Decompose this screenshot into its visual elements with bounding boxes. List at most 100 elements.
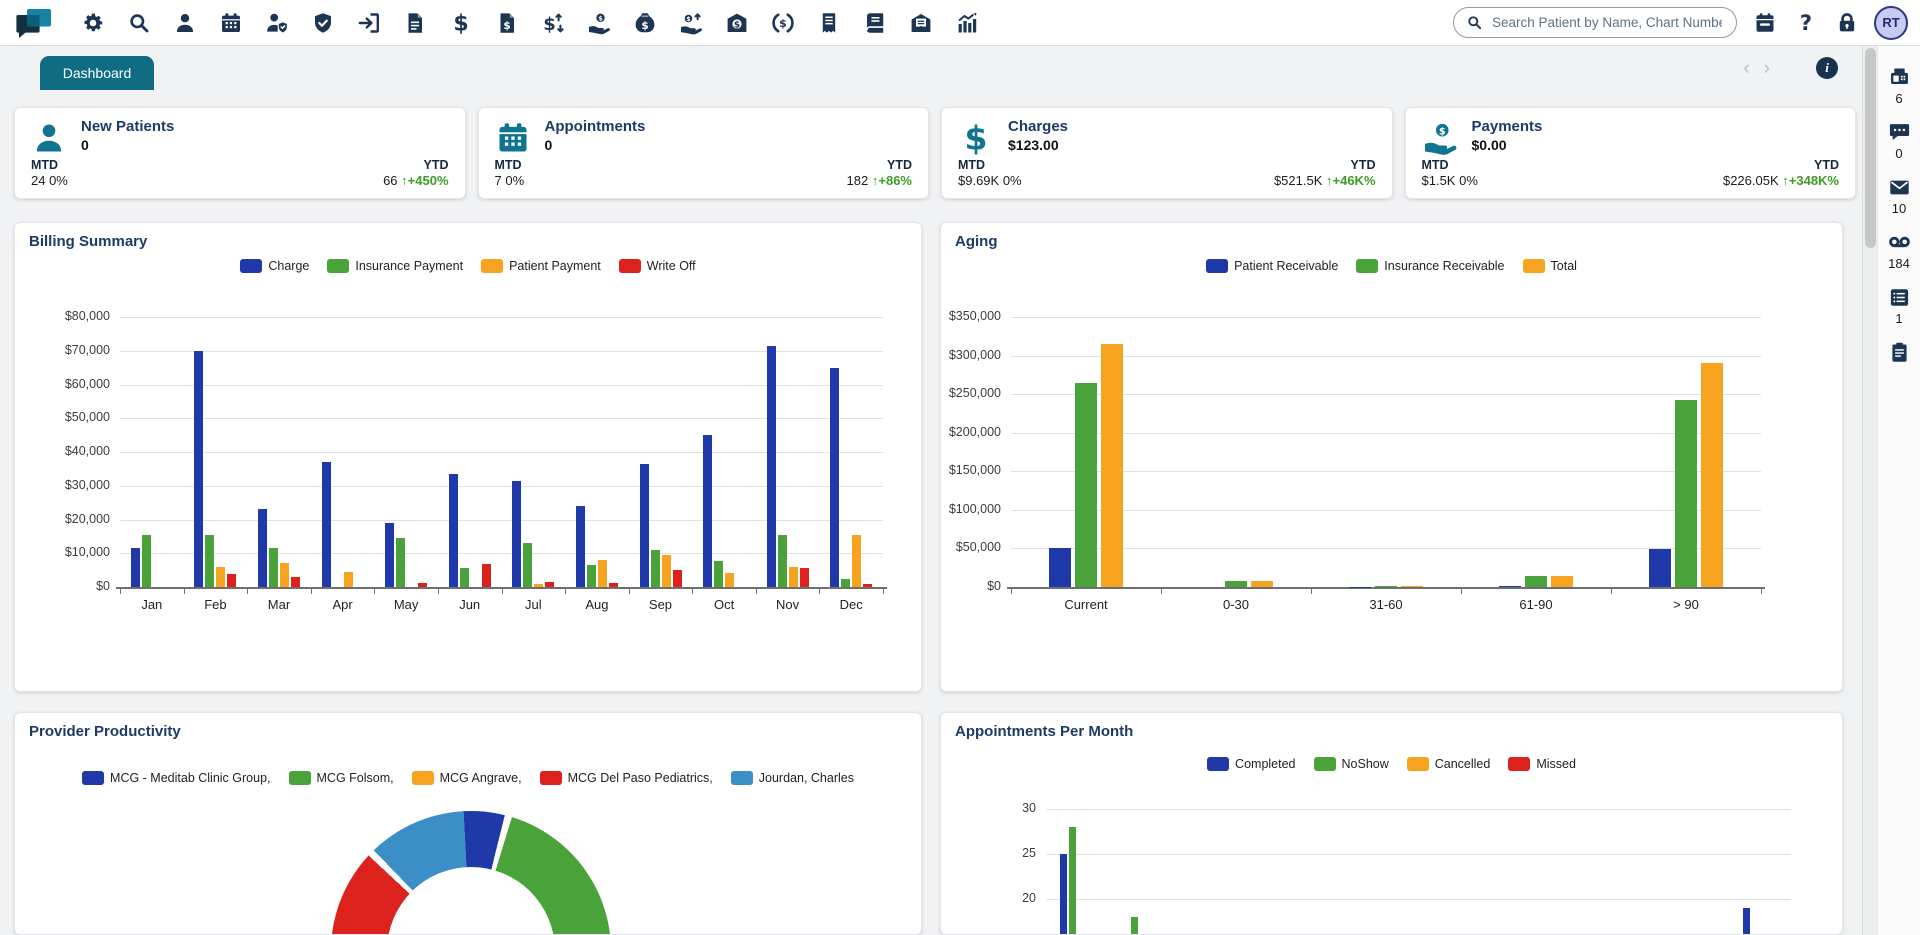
kpi-card-payments: $Payments$0.00MTD$1.5K 0%YTD$226.05K ↑+3… bbox=[1405, 107, 1857, 199]
voicemail-sidebar-item[interactable]: 184 bbox=[1888, 231, 1911, 271]
svg-text:$: $ bbox=[543, 14, 556, 35]
calendar-icon[interactable] bbox=[1753, 11, 1777, 35]
kpi-bottom: MTD24 0%YTD66 ↑+450% bbox=[31, 158, 449, 188]
user-avatar[interactable]: RT bbox=[1874, 6, 1908, 40]
kpi-title: Payments bbox=[1472, 118, 1543, 135]
settings-icon[interactable] bbox=[80, 10, 106, 36]
scrollbar-thumb[interactable] bbox=[1865, 48, 1876, 248]
legend-mcg-del-paso-pediatrics-[interactable]: MCG Del Paso Pediatrics, bbox=[540, 771, 713, 785]
x-axis-tick bbox=[565, 589, 566, 594]
svg-text:$: $ bbox=[965, 120, 988, 156]
app-logo-icon[interactable] bbox=[14, 6, 54, 40]
search-icon bbox=[1466, 14, 1483, 31]
billing-summary-card: Billing Summary ChargeInsurance PaymentP… bbox=[14, 222, 922, 692]
fax-icon bbox=[1888, 66, 1911, 89]
tasks-sidebar-item[interactable]: 1 bbox=[1888, 286, 1911, 326]
payment-receive-icon[interactable]: $ bbox=[586, 10, 612, 36]
vertical-scrollbar[interactable] bbox=[1862, 46, 1877, 935]
kpi-ytd-change: ↑+450% bbox=[401, 173, 448, 188]
billing-summary-bar-insurance-payment-nov bbox=[778, 535, 787, 587]
info-icon[interactable]: i bbox=[1816, 57, 1838, 79]
insurance-icon[interactable] bbox=[310, 10, 336, 36]
legend-jourdan-charles[interactable]: Jourdan, Charles bbox=[731, 771, 854, 785]
search-input[interactable] bbox=[1490, 14, 1724, 31]
kpi-mtd-value: 24 0% bbox=[31, 173, 68, 188]
receipt-icon[interactable] bbox=[816, 10, 842, 36]
tab-scroll-left-icon[interactable]: ‹ bbox=[1743, 59, 1749, 78]
gridline bbox=[1011, 394, 1761, 395]
legend-mcg-angrave-[interactable]: MCG Angrave, bbox=[412, 771, 522, 785]
billing-summary-bar-insurance-payment-aug bbox=[587, 565, 596, 587]
y-axis-tick-label: $0 bbox=[941, 579, 1001, 593]
x-axis-tick bbox=[438, 589, 439, 594]
payment-exchange-icon[interactable]: $ bbox=[540, 10, 566, 36]
x-axis-category-label: > 90 bbox=[1611, 597, 1761, 612]
referral-icon[interactable] bbox=[356, 10, 382, 36]
lock-icon[interactable] bbox=[1835, 11, 1859, 35]
x-axis-tick bbox=[247, 589, 248, 594]
payments-icon: $ bbox=[1422, 120, 1458, 156]
kpi-mtd-label: MTD bbox=[958, 158, 1022, 172]
sidebar-badge-count: 6 bbox=[1895, 91, 1902, 106]
x-axis-tick bbox=[120, 589, 121, 594]
gridline bbox=[1011, 317, 1761, 318]
gridline bbox=[1046, 809, 1791, 810]
patients-icon[interactable] bbox=[172, 10, 198, 36]
kpi-top: Appointments0 bbox=[495, 118, 913, 156]
mail-statement-icon[interactable] bbox=[908, 10, 934, 36]
billing-summary-bar-charge-sep bbox=[640, 464, 649, 587]
billing-summary-bar-charge-nov bbox=[767, 346, 776, 587]
top-toolbar: $ $ $ $ $ $ $ $ ? RT bbox=[0, 0, 1920, 46]
superbill-icon[interactable] bbox=[402, 10, 428, 36]
billing-summary-bar-write-off-aug bbox=[609, 583, 618, 587]
x-axis-tick bbox=[1311, 589, 1312, 594]
kpi-title: New Patients bbox=[81, 118, 174, 135]
financial-aid-icon[interactable]: $ bbox=[770, 10, 796, 36]
aging-bar-total-31-60 bbox=[1401, 586, 1423, 587]
kpi-mtd-value: $1.5K 0% bbox=[1422, 173, 1478, 188]
clipboard-sidebar-item[interactable] bbox=[1888, 341, 1911, 364]
kpi-ytd-label: YTD bbox=[383, 158, 448, 172]
aging-bar-insurance-receivable-61-90 bbox=[1525, 576, 1547, 587]
x-axis-tick bbox=[1461, 589, 1462, 594]
gridline bbox=[120, 317, 883, 318]
billing-summary-bar-charge-jun bbox=[449, 474, 458, 587]
chat-sidebar-item[interactable]: 0 bbox=[1888, 121, 1911, 161]
billing-summary-bar-insurance-payment-dec bbox=[841, 579, 850, 587]
claims-icon[interactable]: $ bbox=[494, 10, 520, 36]
legend-mcg-folsom-[interactable]: MCG Folsom, bbox=[289, 771, 394, 785]
x-axis-category-label: Feb bbox=[184, 597, 248, 612]
search-icon[interactable] bbox=[126, 10, 152, 36]
y-axis-tick-label: $20,000 bbox=[15, 512, 110, 526]
legend-label: MCG Folsom, bbox=[317, 771, 394, 785]
legend-mcg-meditab-clinic-group-[interactable]: MCG - Meditab Clinic Group, bbox=[82, 771, 270, 785]
legend-swatch-icon bbox=[540, 771, 562, 785]
guarantor-icon[interactable] bbox=[264, 10, 290, 36]
x-axis-tick bbox=[1611, 589, 1612, 594]
billing-summary-bar-charge-dec bbox=[830, 368, 839, 587]
mail-sidebar-item[interactable]: 10 bbox=[1888, 176, 1911, 216]
help-icon[interactable]: ? bbox=[1794, 11, 1818, 35]
legend-label: MCG - Meditab Clinic Group, bbox=[110, 771, 270, 785]
kpi-title: Charges bbox=[1008, 118, 1068, 135]
sidebar-badge-count: 1 bbox=[1895, 311, 1902, 326]
aging-bar-total-0-30 bbox=[1251, 581, 1273, 587]
billing-summary-bar-write-off-jul bbox=[545, 582, 554, 587]
tab-scroll-right-icon[interactable]: › bbox=[1764, 59, 1770, 78]
x-axis-category-label: Nov bbox=[756, 597, 820, 612]
scheduler-icon[interactable] bbox=[218, 10, 244, 36]
kpi-card-charges: $Charges$123.00MTD$9.69K 0%YTD$521.5K ↑+… bbox=[941, 107, 1393, 199]
ledger-icon[interactable] bbox=[862, 10, 888, 36]
payment-plan-icon[interactable]: $ bbox=[678, 10, 704, 36]
statement-icon[interactable]: $ bbox=[724, 10, 750, 36]
billing-summary-bar-patient-payment-oct bbox=[725, 573, 734, 587]
kpi-top: New Patients0 bbox=[31, 118, 449, 156]
reports-icon[interactable] bbox=[954, 10, 980, 36]
charges-icon[interactable]: $ bbox=[448, 10, 474, 36]
fax-sidebar-item[interactable]: 6 bbox=[1888, 66, 1911, 106]
legend-swatch-icon bbox=[731, 771, 753, 785]
collections-icon[interactable]: $ bbox=[632, 10, 658, 36]
billing-summary-bar-patient-payment-nov bbox=[789, 567, 798, 587]
gridline bbox=[1046, 899, 1791, 900]
tab-dashboard[interactable]: Dashboard bbox=[40, 56, 154, 90]
